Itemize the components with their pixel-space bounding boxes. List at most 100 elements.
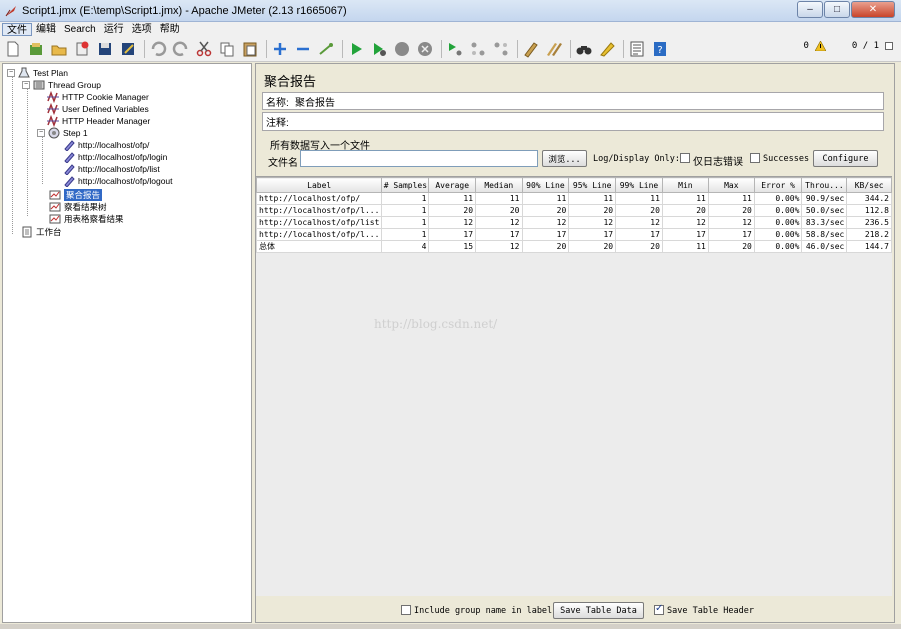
column-header[interactable]: Throu... bbox=[801, 177, 848, 193]
save-icon[interactable] bbox=[95, 39, 115, 59]
copy-icon[interactable] bbox=[217, 39, 237, 59]
shutdown-icon[interactable] bbox=[415, 39, 435, 59]
undo-icon[interactable] bbox=[148, 39, 168, 59]
tree-item-sampler[interactable]: http://localhost/ofp/login bbox=[63, 151, 167, 163]
clear-all-icon[interactable] bbox=[544, 39, 564, 59]
expand-icon[interactable] bbox=[270, 39, 290, 59]
maximize-button[interactable]: □ bbox=[824, 1, 850, 18]
start-no-pause-icon[interactable] bbox=[369, 39, 389, 59]
close-file-icon[interactable] bbox=[72, 39, 92, 59]
column-header[interactable]: Min bbox=[661, 177, 709, 193]
column-header[interactable]: Median bbox=[475, 177, 523, 193]
table-cell: http://localhost/ofp/ bbox=[255, 192, 383, 205]
menu-options[interactable]: 选项 bbox=[128, 23, 156, 36]
column-header[interactable]: # Samples bbox=[381, 177, 430, 193]
table-cell: 0.00% bbox=[753, 204, 803, 217]
name-field[interactable]: 聚合报告 bbox=[295, 94, 335, 109]
menu-file[interactable]: 文件 bbox=[2, 22, 32, 36]
clear-icon[interactable] bbox=[521, 39, 541, 59]
table-cell: 20 bbox=[475, 204, 523, 217]
reset-search-icon[interactable] bbox=[597, 39, 617, 59]
remote-start-icon[interactable] bbox=[445, 39, 465, 59]
table-row[interactable]: 总体 4 15 12 20 20 20 11 20 0.00% 46.0/sec 144.7 bbox=[255, 240, 892, 253]
new-icon[interactable] bbox=[3, 39, 23, 59]
toggle-icon[interactable] bbox=[316, 39, 336, 59]
tree-item-thread-group[interactable]: − Thread Group bbox=[22, 79, 101, 91]
column-header[interactable]: Label bbox=[255, 177, 383, 193]
tree-label: 察看结果树 bbox=[64, 202, 107, 212]
errors-only-checkbox[interactable] bbox=[680, 153, 690, 163]
table-cell: 46.0/sec bbox=[801, 240, 848, 253]
save-table-data-button[interactable]: Save Table Data bbox=[553, 602, 644, 619]
paste-icon[interactable] bbox=[240, 39, 260, 59]
table-cell: 12 bbox=[707, 216, 755, 229]
tree-item-cookie-manager[interactable]: HTTP Cookie Manager bbox=[47, 91, 149, 103]
function-helper-icon[interactable] bbox=[627, 39, 647, 59]
templates-icon[interactable] bbox=[26, 39, 46, 59]
successes-checkbox[interactable] bbox=[750, 153, 760, 163]
save-as-icon[interactable] bbox=[118, 39, 138, 59]
tree-item-view-results-tree[interactable]: 察看结果树 bbox=[49, 201, 107, 213]
help-icon[interactable]: ? bbox=[650, 39, 670, 59]
table-row[interactable]: http://localhost/ofp/1 11 11 11 11 11 11 11 0.00… bbox=[255, 192, 892, 205]
menu-edit[interactable]: 编辑 bbox=[32, 23, 60, 36]
filename-input[interactable] bbox=[300, 150, 538, 167]
column-header[interactable]: 99% Line bbox=[615, 177, 663, 193]
table-cell: 20 bbox=[615, 204, 663, 217]
tree-item-user-defined-variables[interactable]: User Defined Variables bbox=[47, 103, 149, 115]
menu-search[interactable]: Search bbox=[60, 23, 100, 36]
remote-stop-icon[interactable] bbox=[468, 39, 488, 59]
collapse-icon[interactable] bbox=[293, 39, 313, 59]
tree-item-test-plan[interactable]: − Test Plan bbox=[7, 67, 68, 79]
test-plan-icon bbox=[18, 67, 30, 78]
table-row[interactable]: http://localhost/ofp/list 1 12 12 12 12 12 12 12… bbox=[255, 216, 892, 229]
tree-item-header-manager[interactable]: HTTP Header Manager bbox=[47, 115, 150, 127]
tree-item-sampler[interactable]: http://localhost/ofp/ bbox=[63, 139, 149, 151]
open-icon[interactable] bbox=[49, 39, 69, 59]
warning-icon[interactable] bbox=[814, 41, 826, 51]
http-sampler-icon bbox=[64, 152, 75, 163]
column-header[interactable]: KB/sec bbox=[846, 177, 892, 193]
tree-item-view-results-table[interactable]: 用表格察看结果 bbox=[49, 213, 124, 225]
tree-item-step-1[interactable]: − Step 1 bbox=[37, 127, 88, 139]
column-header[interactable]: 90% Line bbox=[521, 177, 570, 193]
column-header[interactable]: Average bbox=[428, 177, 477, 193]
tree-label: http://localhost/ofp/login bbox=[78, 152, 168, 162]
tree-item-sampler[interactable]: http://localhost/ofp/logout bbox=[63, 175, 173, 187]
active-thread-count: 0 / 1 bbox=[851, 41, 879, 51]
table-row[interactable]: http://localhost/ofp/l... 1 20 20 20 20 20 20 20… bbox=[255, 204, 892, 217]
table-row[interactable]: http://localhost/ofp/l... 1 17 17 17 17 17 17 17… bbox=[255, 228, 892, 241]
browse-button[interactable]: 浏览... bbox=[542, 150, 587, 167]
tree-item-workbench[interactable]: 工作台 bbox=[21, 226, 62, 238]
table-cell: 50.0/sec bbox=[801, 204, 848, 217]
menu-help[interactable]: 帮助 bbox=[156, 23, 184, 36]
redo-icon[interactable] bbox=[171, 39, 191, 59]
tree-label: 用表格察看结果 bbox=[64, 214, 124, 224]
svg-text:?: ? bbox=[657, 45, 662, 56]
cut-icon[interactable] bbox=[194, 39, 214, 59]
minimize-button[interactable]: – bbox=[797, 1, 823, 18]
tree-item-sampler[interactable]: http://localhost/ofp/list bbox=[63, 163, 160, 175]
column-header[interactable]: Error % bbox=[753, 177, 803, 193]
configure-button[interactable]: Configure bbox=[813, 150, 878, 167]
collapse-toggle[interactable]: − bbox=[7, 69, 15, 77]
remote-shutdown-icon[interactable] bbox=[491, 39, 511, 59]
table-cell: 218.2 bbox=[846, 228, 892, 241]
column-header[interactable]: 95% Line bbox=[568, 177, 617, 193]
table-cell: 1 bbox=[381, 216, 430, 229]
column-header[interactable]: Max bbox=[707, 177, 755, 193]
start-icon[interactable] bbox=[346, 39, 366, 59]
tree-item-aggregate-report[interactable]: 聚合报告 bbox=[49, 189, 103, 201]
save-table-header-checkbox[interactable] bbox=[654, 603, 664, 615]
close-button[interactable]: ✕ bbox=[851, 1, 895, 18]
collapse-toggle[interactable]: − bbox=[22, 81, 30, 89]
collapse-toggle[interactable]: − bbox=[37, 129, 45, 137]
menu-run[interactable]: 运行 bbox=[100, 23, 128, 36]
include-group-checkbox[interactable] bbox=[401, 605, 411, 615]
table-cell: 0.00% bbox=[753, 216, 803, 229]
stop-icon[interactable] bbox=[392, 39, 412, 59]
table-cell: 344.2 bbox=[846, 192, 892, 205]
search-icon[interactable] bbox=[574, 39, 594, 59]
table-cell: 20 bbox=[428, 204, 477, 217]
table-cell: 20 bbox=[521, 240, 570, 253]
